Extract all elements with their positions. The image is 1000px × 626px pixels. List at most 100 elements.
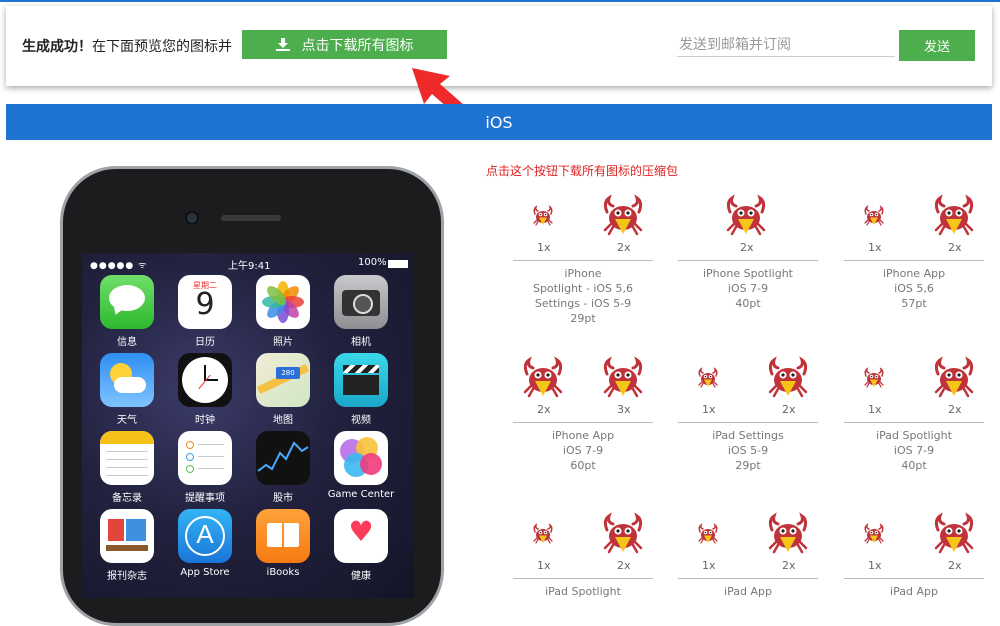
app-app-store[interactable]: A App Store [170,509,240,578]
health-icon: ♥ [334,509,388,563]
platform-banner: iOS [6,104,992,140]
app-label: Game Center [327,489,395,500]
platform-title: iOS [485,112,513,132]
caption-line: iOS 7-9 [893,444,935,457]
crab-app-icon[interactable] [932,194,976,242]
caption-line: iPhone App [882,267,946,280]
weather-icon [100,353,154,407]
caption-line: iPad Settings [712,429,784,442]
crab-app-icon[interactable] [863,205,885,231]
phone-screen: ●●●●● ᯤ 上午9:41 100% 信息 星期二 9 日历 照片 相机 天气… [82,253,414,598]
app-health[interactable]: ♥ 健康 [326,509,396,582]
scale-label: 2x [948,403,962,416]
card-divider [678,422,818,423]
scale-label: 1x [868,241,882,254]
card-divider [678,578,818,579]
app-stocks[interactable]: 股市 [248,431,318,504]
status-time: 上午9:41 [228,261,271,272]
app-newsstand[interactable]: 报刊杂志 [92,509,162,582]
success-bold-text: 生成成功！ [22,39,92,55]
caption-line: 29pt [570,312,596,325]
scale-label: 1x [537,241,551,254]
crab-app-icon[interactable] [932,512,976,560]
crab-app-icon[interactable] [521,356,565,404]
scale-label: 1x [537,559,551,572]
newsstand-icon [100,509,154,563]
app-photos[interactable]: 照片 [248,275,318,348]
caption-line: iPad App [890,585,938,598]
success-instructions: 在下面预览您的图标并 [92,39,232,55]
caption-line: iPad App [724,585,772,598]
app-label: 健康 [351,571,371,582]
battery-icon [388,260,408,268]
game-center-icon [334,431,388,485]
app-clock[interactable]: 时钟 [170,353,240,426]
icon-set-caption: iPhone App iOS 5,6 57pt [839,266,989,311]
reminders-icon [178,431,232,485]
crab-app-icon[interactable] [532,523,554,549]
scale-label: 3x [617,403,631,416]
scale-label: 2x [617,559,631,572]
card-divider [844,578,984,579]
app-ibooks[interactable]: iBooks [248,509,318,578]
card-divider [513,422,653,423]
crab-app-icon[interactable] [532,205,554,231]
download-hint: 点击这个按钮下载所有图标的压缩包 [486,164,679,178]
crab-app-icon[interactable] [724,194,768,242]
signal-icon: ●●●●● ᯤ [90,261,148,271]
front-camera [185,211,199,225]
app-camera[interactable]: 相机 [326,275,396,348]
app-videos[interactable]: 视频 [326,353,396,426]
send-button[interactable]: 发送 [899,30,975,61]
icon-set-caption: iPad Spotlight [508,584,658,599]
status-bar: ●●●●● ᯤ 上午9:41 100% [82,253,414,273]
caption-line: iPhone Spotlight [702,267,793,280]
caption-line: 40pt [735,297,761,310]
caption-line: iOS 7-9 [727,282,769,295]
caption-line: 29pt [735,459,761,472]
app-label: 备忘录 [112,493,142,504]
app-weather[interactable]: 天气 [92,353,162,426]
scale-label: 2x [948,241,962,254]
app-calendar[interactable]: 星期二 9 日历 [170,275,240,348]
scale-label: 2x [948,559,962,572]
caption-line: iPad Spotlight [876,429,952,442]
download-all-button[interactable]: 点击下载所有图标 [242,30,447,59]
crab-app-icon[interactable] [601,512,645,560]
videos-icon [334,353,388,407]
app-reminders[interactable]: 提醒事项 [170,431,240,504]
crab-app-icon[interactable] [697,367,719,393]
caption-line: iPhone [564,267,602,280]
crab-app-icon[interactable] [697,523,719,549]
app-game-center[interactable]: Game Center [326,431,396,500]
app-label: 提醒事项 [185,493,225,504]
app-maps[interactable]: 280 地图 [248,353,318,426]
crab-app-icon[interactable] [601,356,645,404]
battery-percent: 100% [358,257,387,268]
app-label: 天气 [117,415,137,426]
app-messages[interactable]: 信息 [92,275,162,348]
scale-label: 2x [740,241,754,254]
app-label: 视频 [351,415,371,426]
crab-app-icon[interactable] [601,194,645,242]
card-divider [678,260,818,261]
crab-app-icon[interactable] [863,367,885,393]
scale-label: 2x [617,241,631,254]
caption-line: iOS 5-9 [727,444,769,457]
download-icon [275,38,290,51]
scale-label: 1x [868,559,882,572]
app-notes[interactable]: 备忘录 [92,431,162,504]
email-input[interactable] [677,34,895,57]
caption-line: iOS 7-9 [562,444,604,457]
caption-line: iPad Spotlight [545,585,621,598]
app-label: 日历 [195,337,215,348]
caption-line: 40pt [901,459,927,472]
crab-app-icon[interactable] [766,512,810,560]
icon-set-caption: iPhone Spotlight iOS 7-9 40pt [673,266,823,311]
camera-icon [334,275,388,329]
crab-app-icon[interactable] [932,356,976,404]
maps-badge: 280 [276,367,300,379]
crab-app-icon[interactable] [766,356,810,404]
app-label: 相机 [351,337,371,348]
crab-app-icon[interactable] [863,523,885,549]
